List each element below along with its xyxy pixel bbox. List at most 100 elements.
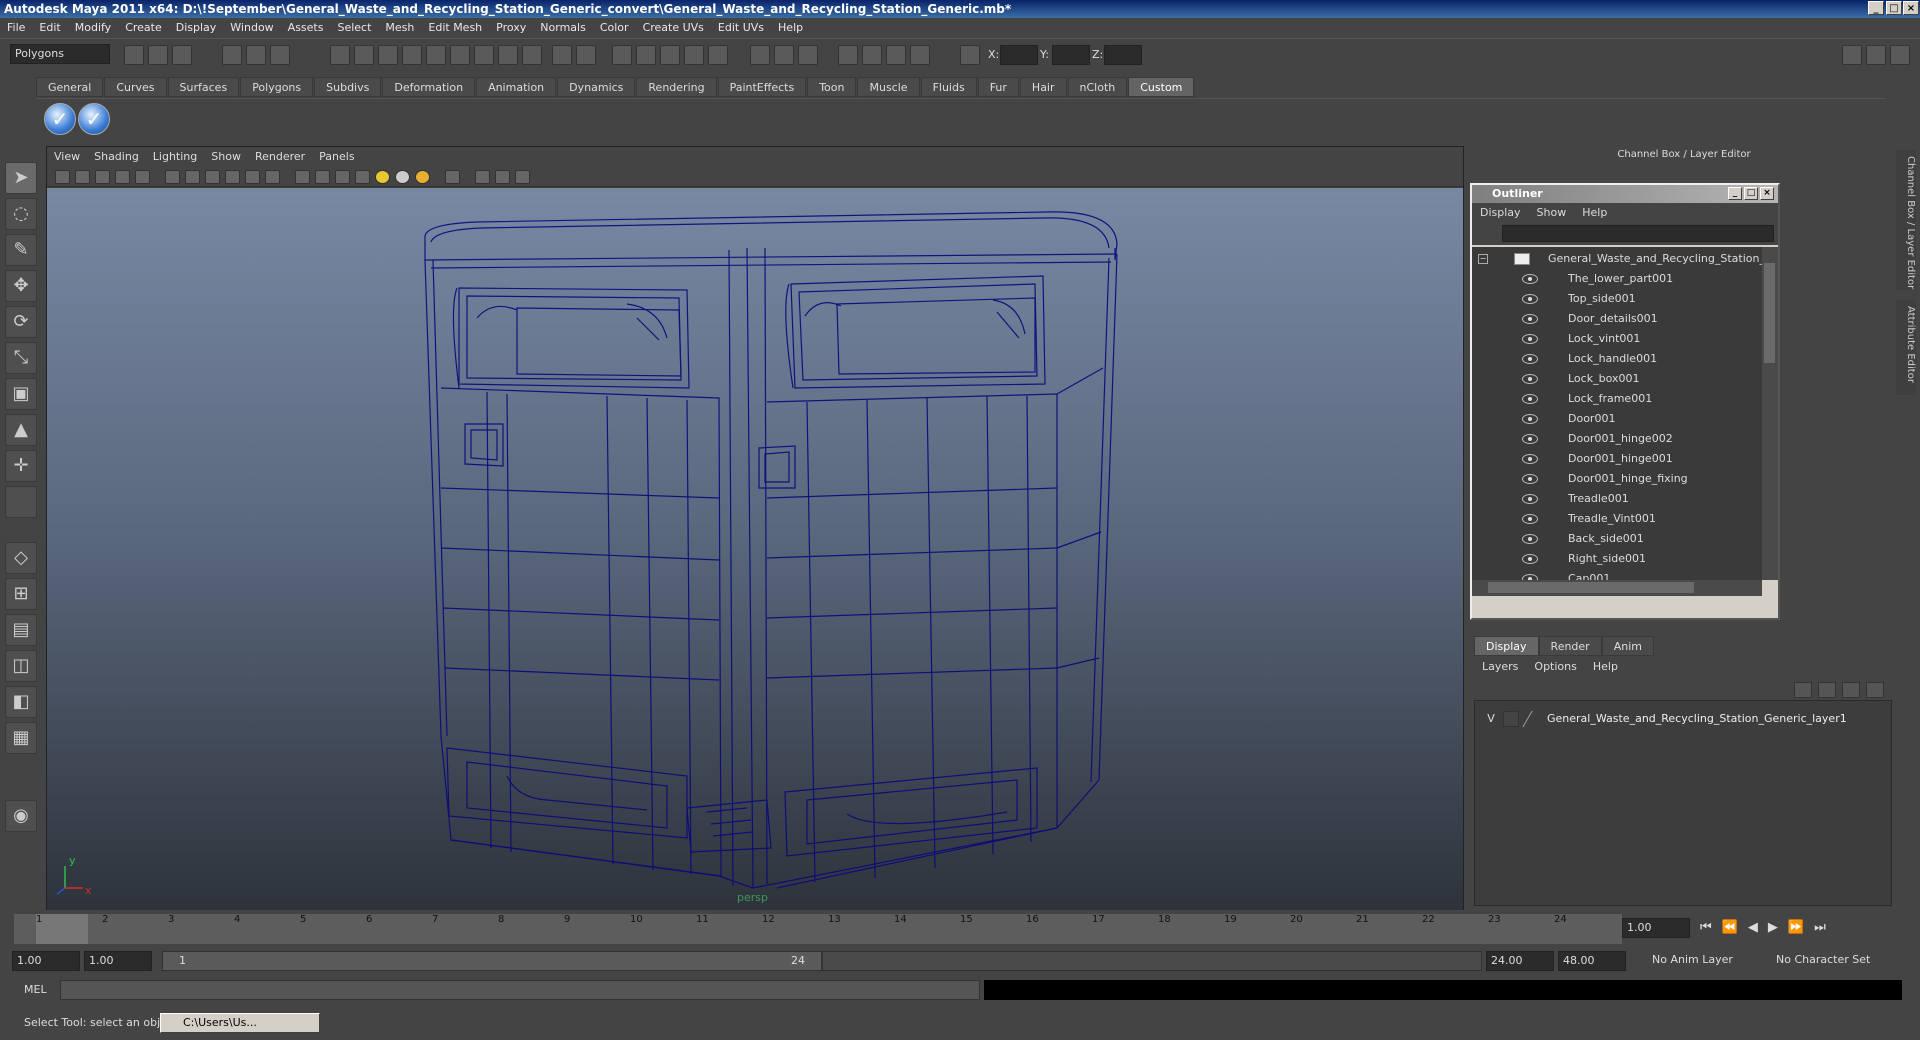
save-scene-icon[interactable] <box>172 45 192 65</box>
shelf-tab-ncloth[interactable]: nCloth <box>1067 77 1128 97</box>
layer-type-toggle[interactable] <box>1503 711 1519 727</box>
select-handle-icon[interactable] <box>330 45 350 65</box>
lights-selected-icon[interactable] <box>415 170 430 184</box>
new-scene-icon[interactable] <box>124 45 144 65</box>
minimize-button[interactable]: _ <box>1868 1 1884 15</box>
highlight-selection-icon[interactable] <box>576 45 596 65</box>
smooth-shade-icon[interactable] <box>315 170 330 184</box>
construction-history-icon[interactable] <box>798 45 818 65</box>
lights-default-icon[interactable] <box>375 170 390 184</box>
select-hierarchy-icon[interactable] <box>222 45 242 65</box>
viewport-menu-panels[interactable]: Panels <box>312 147 361 167</box>
paint-select-tool-icon[interactable]: ✎ <box>5 234 37 266</box>
snap-grid-icon[interactable] <box>612 45 632 65</box>
anim-layer-dropdown[interactable]: No Anim Layer <box>1648 951 1768 971</box>
shelf-tab-painteffects[interactable]: PaintEffects <box>717 77 807 97</box>
outliner-item[interactable]: Lock_box001 <box>1472 369 1762 389</box>
persp-outliner-layout-icon[interactable]: ▤ <box>5 614 37 646</box>
viewport-menu-shading[interactable]: Shading <box>87 147 146 167</box>
outliner-item[interactable]: Door001 <box>1472 409 1762 429</box>
outliner-horizontal-scrollbar[interactable] <box>1472 580 1762 596</box>
outliner-item[interactable]: Top_side001 <box>1472 289 1762 309</box>
shelf-tab-general[interactable]: General <box>36 77 104 97</box>
output-ops-icon[interactable] <box>774 45 794 65</box>
outliner-item[interactable]: Right_side001 <box>1472 549 1762 569</box>
xray-components-icon[interactable] <box>515 170 530 184</box>
select-rendering-icon[interactable] <box>474 45 494 65</box>
layer-tab-render[interactable]: Render <box>1538 636 1602 656</box>
wireframe-on-shaded-icon[interactable] <box>335 170 350 184</box>
menu-edit-uvs[interactable]: Edit UVs <box>711 18 771 38</box>
command-language-label[interactable]: MEL <box>24 983 47 996</box>
outliner-item[interactable]: Door001_hinge001 <box>1472 449 1762 469</box>
outliner-menu-show[interactable]: Show <box>1529 203 1575 223</box>
layer-color-swatch[interactable] <box>1522 711 1546 727</box>
shelf-tab-hair[interactable]: Hair <box>1019 77 1067 97</box>
show-attribute-editor-icon[interactable] <box>1842 45 1862 65</box>
animation-start-field[interactable]: 1.00 <box>12 951 80 971</box>
rotate-tool-icon[interactable]: ⟳ <box>5 306 37 338</box>
outliner-minimize-button[interactable]: _ <box>1728 187 1742 200</box>
select-dynamic-icon[interactable] <box>450 45 470 65</box>
outliner-item[interactable]: Back_side001 <box>1472 529 1762 549</box>
open-scene-icon[interactable] <box>148 45 168 65</box>
outliner-close-button[interactable]: × <box>1760 187 1774 200</box>
range-slider[interactable]: 1 24 <box>162 951 822 971</box>
outliner-item[interactable]: Door001_hinge002 <box>1472 429 1762 449</box>
outliner-maximize-button[interactable]: □ <box>1744 187 1758 200</box>
input-ops-icon[interactable] <box>750 45 770 65</box>
shelf-tab-subdivs[interactable]: Subdivs <box>314 77 382 97</box>
outliner-filter-input[interactable] <box>1502 225 1774 242</box>
single-perspective-layout-icon[interactable]: ◇ <box>5 542 37 574</box>
shelf-tab-fluids[interactable]: Fluids <box>920 77 977 97</box>
menu-proxy[interactable]: Proxy <box>489 18 533 38</box>
grid-icon[interactable] <box>135 170 150 184</box>
select-misc-icon[interactable] <box>498 45 518 65</box>
menu-select[interactable]: Select <box>330 18 378 38</box>
viewport-menu-show[interactable]: Show <box>204 147 248 167</box>
custom-layout-icon[interactable]: ▦ <box>5 722 37 754</box>
safe-title-icon[interactable] <box>265 170 280 184</box>
shelf-tab-animation[interactable]: Animation <box>476 77 557 97</box>
menu-modify[interactable]: Modify <box>68 18 118 38</box>
side-tab-channel-box[interactable]: Channel Box / Layer Editor <box>1896 150 1916 290</box>
collapse-icon[interactable]: − <box>1478 254 1488 264</box>
viewport-menu-renderer[interactable]: Renderer <box>248 147 312 167</box>
layer-row[interactable]: V General_Waste_and_Recycling_Station_Ge… <box>1475 709 1891 729</box>
shelf-tab-muscle[interactable]: Muscle <box>857 77 920 97</box>
render-settings-icon[interactable] <box>910 45 930 65</box>
go-to-end-icon[interactable]: ⏭ <box>1814 920 1836 935</box>
go-to-start-icon[interactable]: ⏮ <box>1700 920 1722 935</box>
last-tool-icon[interactable] <box>5 486 37 518</box>
layer-menu-options[interactable]: Options <box>1526 656 1584 678</box>
outliner-menu-help[interactable]: Help <box>1574 203 1615 223</box>
outliner-item[interactable]: The_lower_part001 <box>1472 269 1762 289</box>
scale-tool-icon[interactable]: ⤡ <box>5 342 37 374</box>
move-layer-down-icon[interactable] <box>1818 682 1836 698</box>
isolate-select-icon[interactable] <box>445 170 460 184</box>
layer-menu-help[interactable]: Help <box>1585 656 1626 678</box>
layer-tab-anim[interactable]: Anim <box>1601 636 1654 656</box>
menu-assets[interactable]: Assets <box>281 18 331 38</box>
textured-icon[interactable] <box>355 170 370 184</box>
outliner-item[interactable]: Treadle001 <box>1472 489 1762 509</box>
animation-end-field[interactable]: 48.00 <box>1558 951 1626 971</box>
camera-attributes-icon[interactable] <box>75 170 90 184</box>
playback-start-field[interactable]: 1.00 <box>84 951 152 971</box>
menu-color[interactable]: Color <box>593 18 636 38</box>
new-layer-icon[interactable] <box>1842 682 1860 698</box>
render-view-icon[interactable] <box>838 45 858 65</box>
lasso-tool-icon[interactable]: ◌ <box>5 198 37 230</box>
menu-window[interactable]: Window <box>223 18 280 38</box>
viewport-menu-view[interactable]: View <box>47 147 87 167</box>
outliner-hscroll-thumb[interactable] <box>1488 582 1694 593</box>
checkmark-shelf-icon-2[interactable]: ✓ <box>78 103 110 135</box>
menu-file[interactable]: File <box>0 18 32 38</box>
hypershade-layout-icon[interactable]: ◧ <box>5 686 37 718</box>
command-input[interactable] <box>60 980 980 1000</box>
bookmark-icon[interactable] <box>95 170 110 184</box>
step-forward-icon[interactable]: ⏩ <box>1788 920 1814 935</box>
close-button[interactable]: × <box>1903 1 1919 15</box>
outliner-scroll-thumb[interactable] <box>1764 263 1775 363</box>
universal-manipulator-icon[interactable]: ▣ <box>5 378 37 410</box>
